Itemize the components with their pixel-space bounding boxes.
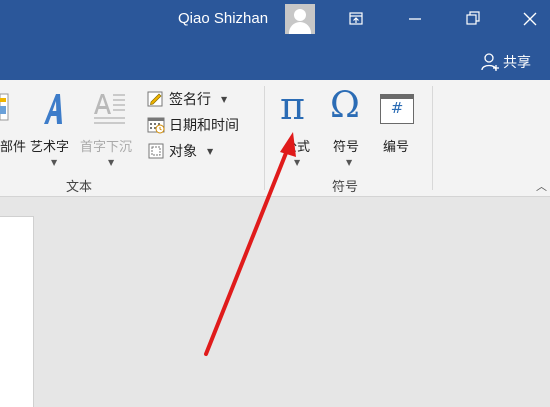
quick-parts-label: 部件 xyxy=(0,140,27,155)
signature-line-dropdown-icon: ▼ xyxy=(221,94,228,104)
signature-line-button[interactable]: 签名行 ▼ xyxy=(147,89,227,109)
wordart-label: 艺术字 xyxy=(30,140,70,155)
date-time-button[interactable]: 日期和时间 xyxy=(147,115,239,135)
minimize-icon[interactable] xyxy=(404,8,426,30)
ribbon-display-options-icon[interactable] xyxy=(345,8,367,30)
drop-cap-button[interactable]: 首字下沉 ▼ xyxy=(80,86,142,174)
symbol-button[interactable]: Ω 符号 ▼ xyxy=(326,85,372,174)
drop-cap-dropdown-icon: ▼ xyxy=(108,158,115,167)
group-separator xyxy=(432,86,433,190)
document-page[interactable] xyxy=(0,216,34,407)
share-label: 共享 xyxy=(503,55,531,71)
object-label: 对象 xyxy=(169,144,197,160)
drop-cap-icon xyxy=(94,94,125,124)
symbol-dropdown-icon: ▼ xyxy=(346,158,353,167)
omega-icon: Ω xyxy=(330,85,360,126)
symbol-label: 符号 xyxy=(333,140,360,155)
wordart-button[interactable]: 艺术字 ▼ xyxy=(30,86,78,174)
share-button[interactable]: 共享 xyxy=(480,52,531,72)
pi-icon: π xyxy=(280,84,305,128)
equation-label: 公式 xyxy=(284,140,311,155)
object-dropdown-icon: ▼ xyxy=(207,146,214,156)
equation-button[interactable]: π 公式 ▼ xyxy=(276,84,322,174)
group-label-text: 文本 xyxy=(66,180,93,195)
restore-icon[interactable] xyxy=(462,8,484,30)
collapse-ribbon-icon[interactable]: ︿ xyxy=(536,178,547,194)
number-label: 编号 xyxy=(383,140,410,155)
quick-parts-icon xyxy=(0,93,9,121)
signature-line-icon xyxy=(147,91,163,107)
share-person-icon xyxy=(481,53,499,71)
number-button[interactable]: # 编号 xyxy=(376,86,422,166)
group-label-symbols: 符号 xyxy=(332,180,359,195)
close-icon[interactable] xyxy=(519,8,541,30)
wordart-icon xyxy=(44,94,62,124)
object-icon xyxy=(148,143,164,159)
equation-dropdown-icon: ▼ xyxy=(294,158,301,167)
number-icon: # xyxy=(380,94,414,124)
signature-line-label: 签名行 xyxy=(169,92,211,108)
group-separator xyxy=(264,86,265,190)
calendar-icon xyxy=(147,117,165,134)
drop-cap-label: 首字下沉 xyxy=(80,140,133,155)
wordart-dropdown-icon: ▼ xyxy=(51,158,58,167)
quick-parts-button[interactable]: 部件 xyxy=(0,86,28,166)
date-time-label: 日期和时间 xyxy=(169,118,239,134)
title-bar: Qiao Shizhan 共享 xyxy=(0,0,550,80)
object-button[interactable]: 对象 ▼ xyxy=(147,141,213,161)
ribbon-insert-tab: 部件 艺术字 ▼ 首字下沉 ▼ 签名行 ▼ 日期和时间 对象 ▼ 文本 π 公式… xyxy=(0,80,550,197)
user-name[interactable]: Qiao Shizhan xyxy=(178,10,268,27)
avatar[interactable] xyxy=(285,4,315,34)
